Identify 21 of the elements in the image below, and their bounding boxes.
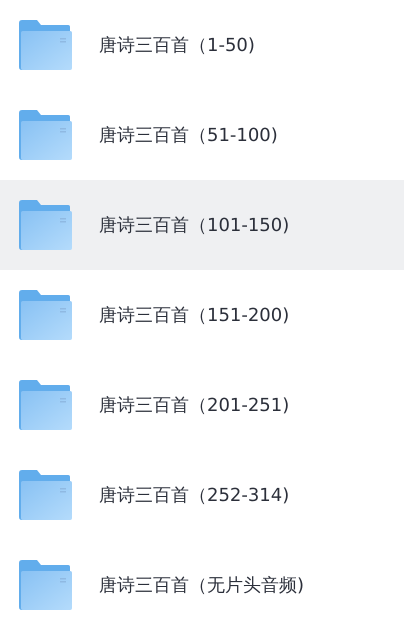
folder-name: 唐诗三百首（51-100) [99,124,278,147]
folder-row[interactable]: 唐诗三百首（101-150) [0,180,404,270]
folder-icon [18,559,72,611]
folder-name: 唐诗三百首（1-50) [99,34,255,57]
folder-icon [18,379,72,431]
folder-row[interactable]: 唐诗三百首（1-50) [0,0,404,90]
folder-row[interactable]: 唐诗三百首（201-251) [0,360,404,450]
folder-icon [18,109,72,161]
folder-icon [18,199,72,251]
folder-icon [18,469,72,521]
folder-name: 唐诗三百首（无片头音频) [99,574,304,597]
folder-row[interactable]: 唐诗三百首（51-100) [0,90,404,180]
folder-row[interactable]: 唐诗三百首（252-314) [0,450,404,540]
folder-name: 唐诗三百首（252-314) [99,484,290,507]
folder-name: 唐诗三百首（201-251) [99,394,290,417]
folder-icon [18,19,72,71]
folder-name: 唐诗三百首（101-150) [99,214,290,237]
folder-icon [18,289,72,341]
folder-row[interactable]: 唐诗三百首（151-200) [0,270,404,360]
folder-name: 唐诗三百首（151-200) [99,304,290,327]
folder-row[interactable]: 唐诗三百首（无片头音频) [0,540,404,630]
